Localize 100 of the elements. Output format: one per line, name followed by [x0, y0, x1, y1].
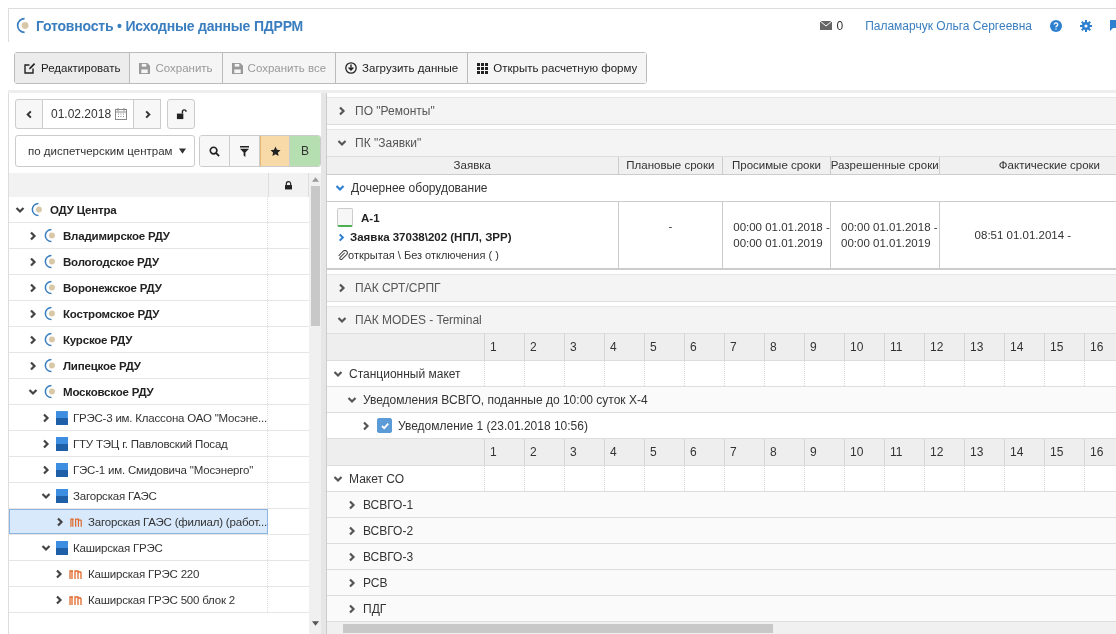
chevron-right-icon[interactable] — [55, 516, 65, 527]
station-icon — [56, 436, 68, 451]
tree-item[interactable]: ГРЭС-3 им. Классона ОАО "Мосэне... — [9, 405, 268, 430]
tree-item-label: Владимирское РДУ — [63, 229, 170, 242]
letter-toggle[interactable]: В — [290, 136, 320, 166]
station-icon — [56, 540, 68, 555]
chevron-down-icon[interactable] — [333, 473, 343, 484]
tree-item[interactable]: Московское РДУ — [9, 379, 268, 404]
chevron-down-icon[interactable] — [347, 394, 357, 405]
request-link[interactable]: Заявка 37038\202 (НПЛ, ЗРР) — [350, 229, 512, 245]
tree-item[interactable]: Костромское РДУ — [9, 301, 268, 326]
scroll-down-icon[interactable] — [311, 621, 319, 626]
mail-icon[interactable] — [820, 21, 833, 30]
row-label: ВСВГО-2 — [363, 523, 414, 538]
chevron-right-icon[interactable] — [337, 106, 347, 116]
grouping-select[interactable]: по диспетчерским центрам — [15, 135, 195, 167]
section-header[interactable]: ПАК СРТ/СРПГ — [327, 274, 1116, 302]
dispatch-center-icon — [43, 332, 58, 347]
checkbox[interactable] — [337, 208, 353, 227]
chevron-right-icon[interactable] — [41, 438, 51, 449]
horizontal-scrollbar[interactable] — [327, 622, 1116, 634]
lock-icon — [285, 180, 292, 190]
user-link[interactable]: Паламарчук Ольга Сергеевна — [865, 18, 1032, 33]
tree-item[interactable]: Загорская ГАЭС (филиал) (работ... — [9, 509, 268, 534]
chevron-right-icon[interactable] — [28, 360, 38, 371]
calendar-icon[interactable] — [115, 108, 127, 120]
unlock-button[interactable] — [167, 99, 195, 129]
star-button[interactable] — [260, 136, 290, 166]
checkbox[interactable] — [377, 418, 392, 433]
scrollbar-thumb[interactable] — [310, 186, 320, 326]
chevron-right-icon[interactable] — [361, 420, 371, 431]
tree-item[interactable]: ГТУ ТЭЦ г. Павловский Посад — [9, 431, 268, 456]
hour-header: 16 — [1084, 334, 1116, 360]
section-header[interactable]: ПК "Заявки" — [327, 129, 1116, 157]
dispatch-center-icon — [43, 228, 58, 243]
filter-button[interactable] — [230, 136, 260, 166]
hour-header: 3 — [564, 439, 604, 465]
tree-item[interactable]: ОДУ Центра — [9, 197, 268, 222]
chevron-right-icon[interactable] — [337, 232, 346, 242]
section-header[interactable]: ПО "Ремонты" — [327, 97, 1116, 125]
tree-item[interactable]: Каширская ГРЭС 220 — [9, 561, 268, 586]
station-icon — [56, 488, 68, 503]
section-header[interactable]: ПАК MODES - Terminal — [327, 306, 1116, 334]
date-field[interactable]: 01.02.2018 — [43, 99, 133, 129]
chevron-right-icon[interactable] — [28, 308, 38, 319]
chevron-down-icon[interactable] — [41, 542, 51, 553]
chevron-right-icon[interactable] — [337, 283, 347, 293]
tree-item[interactable]: Каширская ГРЭС 500 блок 2 — [9, 587, 268, 612]
chevron-down-icon[interactable] — [333, 368, 343, 379]
tree-item-label: Каширская ГРЭС — [73, 541, 163, 554]
chevron-down-icon[interactable] — [41, 490, 51, 501]
chevron-down-icon[interactable] — [337, 315, 347, 325]
tree-item[interactable]: Вологодское РДУ — [9, 249, 268, 274]
hour-header: 6 — [684, 334, 724, 360]
hour-header: 4 — [604, 334, 644, 360]
chevron-down-icon[interactable] — [335, 183, 345, 193]
search-button[interactable] — [200, 136, 230, 166]
chevron-right-icon[interactable] — [28, 334, 38, 345]
chevron-right-icon[interactable] — [41, 464, 51, 475]
chevron-down-icon[interactable] — [28, 386, 38, 397]
table-cell: - — [618, 202, 724, 268]
tree-item[interactable]: Липецкое РДУ — [9, 353, 268, 378]
tree-item[interactable]: Воронежское РДУ — [9, 275, 268, 300]
tree-item-label: Московское РДУ — [63, 385, 154, 398]
caret-icon — [179, 148, 186, 154]
hour-header: 12 — [924, 439, 964, 465]
chevron-right-icon[interactable] — [28, 282, 38, 293]
chevron-right-icon[interactable] — [54, 568, 64, 579]
chevron-right-icon[interactable] — [347, 577, 357, 588]
section-title: ПК "Заявки" — [355, 136, 422, 150]
next-date-button[interactable] — [133, 99, 161, 129]
chevron-right-icon[interactable] — [41, 412, 51, 423]
tree-item[interactable]: ГЭС-1 им. Смидовича "Мосэнерго" — [9, 457, 268, 482]
chevron-right-icon[interactable] — [347, 499, 357, 510]
tree-item[interactable]: Каширская ГРЭС — [9, 535, 268, 560]
chevron-right-icon[interactable] — [28, 230, 38, 241]
chevron-down-icon[interactable] — [337, 138, 347, 148]
chevron-right-icon[interactable] — [54, 594, 64, 605]
previous-date-button[interactable] — [15, 99, 43, 129]
scrollbar-thumb[interactable] — [343, 624, 773, 633]
toolbar-button[interactable]: Редактировать — [15, 53, 131, 83]
chevron-left-icon — [24, 109, 34, 119]
tree-item-label: Курское РДУ — [63, 333, 133, 346]
tree-item[interactable]: Загорская ГАЭС — [9, 483, 268, 508]
station-icon — [56, 462, 68, 477]
hour-header: 2 — [524, 439, 564, 465]
chevron-right-icon[interactable] — [347, 551, 357, 562]
chevron-down-icon[interactable] — [15, 204, 25, 215]
chevron-right-icon[interactable] — [28, 256, 38, 267]
tree-item[interactable]: Владимирское РДУ — [9, 223, 268, 248]
settings-icon[interactable] — [1080, 19, 1092, 32]
help-icon[interactable] — [1050, 19, 1062, 32]
comment-icon[interactable] — [1110, 19, 1116, 32]
request-status: открытая \ Без отключения ( ) — [348, 248, 499, 263]
chevron-right-icon[interactable] — [347, 525, 357, 536]
tree-item[interactable]: Курское РДУ — [9, 327, 268, 352]
row-label: Макет СО — [349, 471, 405, 486]
unlocked-padlock-icon — [175, 108, 187, 120]
vertical-scrollbar[interactable] — [309, 173, 321, 634]
chevron-right-icon[interactable] — [347, 603, 357, 614]
